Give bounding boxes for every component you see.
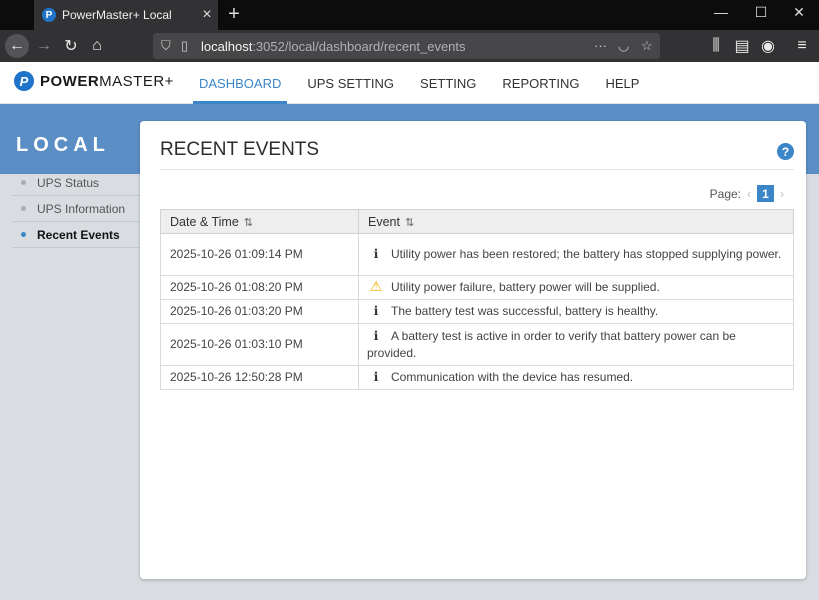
account-icon[interactable]: ◉ (756, 34, 780, 58)
event-text: The battery test was successful, battery… (391, 304, 659, 318)
event-text: Communication with the device has resume… (391, 370, 634, 384)
event-text: A battery test is active in order to ver… (367, 328, 736, 360)
event-datetime: 2025-10-26 01:08:20 PM (160, 275, 359, 300)
chevron-right-icon[interactable]: › (780, 187, 784, 201)
pager-label: Page: (709, 186, 741, 201)
nav-help[interactable]: HELP (599, 62, 645, 104)
address-bar[interactable]: ⛉ ▯ localhost:3052/local/dashboard/recen… (153, 33, 660, 59)
table-header-row: Date & Time ⇅ Event ⇅ (160, 209, 794, 234)
info-icon: i (373, 370, 379, 384)
url-path: :3052/local/dashboard/recent_events (252, 38, 466, 54)
sort-icon[interactable]: ⇅ (244, 217, 253, 229)
url-host: localhost (201, 38, 253, 54)
events-table: Date & Time ⇅ Event ⇅ 2025-10-26 01:09:14 … (160, 209, 794, 390)
event-text: Utility power failure, battery power wil… (391, 280, 660, 294)
sidebar-title: LOCAL (16, 134, 110, 156)
more-actions-icon[interactable]: ··· (594, 38, 607, 53)
event-cell: i Communication with the device has resum… (358, 365, 794, 390)
bullet-icon (21, 180, 26, 185)
event-text: Utility power has been restored; the bat… (391, 247, 782, 261)
event-datetime: 2025-10-26 01:09:14 PM (160, 233, 359, 276)
event-cell: iA battery test is active in order to ve… (358, 323, 794, 366)
event-datetime: 2025-10-26 12:50:28 PM (160, 365, 359, 390)
shield-icon[interactable]: ⛉ (161, 38, 171, 54)
page-title: RECENT EVENTS (160, 139, 320, 160)
sidebar-item-recent-events[interactable]: Recent Events (12, 222, 140, 248)
event-cell: i The battery test was successful, batter… (358, 299, 794, 324)
new-tab-icon[interactable]: + (224, 3, 244, 26)
column-header-datetime[interactable]: Date & Time ⇅ (160, 209, 359, 234)
minimize-icon[interactable]: — (706, 4, 736, 20)
table-row: 2025-10-26 01:03:20 PM i The battery test… (160, 299, 794, 324)
powermaster-favicon-icon: P (42, 8, 56, 22)
app-logo: POWERMASTER+ (40, 73, 174, 90)
powermaster-logo-icon: P (14, 71, 34, 91)
window-close-icon[interactable]: ✕ (784, 4, 814, 21)
table-row: 2025-10-26 01:03:10 PM iA battery test i… (160, 323, 794, 366)
sidebar-list: UPS Status UPS Information Recent Events (12, 170, 140, 248)
info-icon: i (373, 247, 379, 261)
app-header: P POWERMASTER+ DASHBOARD UPS SETTING SET… (0, 62, 819, 104)
column-header-event[interactable]: Event ⇅ (358, 209, 794, 234)
page-number-button[interactable]: 1 (757, 185, 774, 202)
nav-reporting[interactable]: REPORTING (496, 62, 585, 104)
chevron-left-icon[interactable]: ‹ (747, 187, 751, 201)
table-row: 2025-10-26 01:08:20 PM ⚠ Utility power fa… (160, 275, 794, 300)
sidebar-item-label: UPS Information (37, 201, 126, 216)
table-row: 2025-10-26 12:50:28 PM i Communication wi… (160, 365, 794, 390)
pocket-icon[interactable]: ◡ (618, 38, 629, 54)
nav-ups-setting[interactable]: UPS SETTING (301, 62, 400, 104)
tab-close-icon[interactable]: × (196, 6, 218, 24)
info-icon: i (373, 328, 379, 343)
divider (160, 169, 794, 170)
sidebar-item-ups-status[interactable]: UPS Status (12, 170, 140, 196)
content-card: RECENT EVENTS ? Page: ‹ 1 › Date & Time ⇅… (140, 121, 806, 579)
home-icon[interactable]: ⌂ (85, 34, 109, 58)
help-icon[interactable]: ? (777, 143, 794, 160)
warning-icon: ⚠ (369, 279, 383, 295)
bookmark-star-icon[interactable]: ☆ (641, 38, 653, 54)
sidebar-item-label: UPS Status (37, 175, 100, 190)
browser-navbar: ← → ↻ ⌂ ⛉ ▯ localhost:3052/local/dashboa… (0, 30, 819, 62)
nav-dashboard[interactable]: DASHBOARD (193, 62, 288, 104)
page-info-icon[interactable]: ▯ (181, 38, 188, 54)
browser-tab[interactable]: P PowerMaster+ Local × (34, 0, 218, 30)
sidebar-item-ups-information[interactable]: UPS Information (12, 196, 140, 222)
bullet-icon (21, 206, 26, 211)
sort-icon[interactable]: ⇅ (405, 217, 414, 229)
reload-icon[interactable]: ↻ (59, 34, 83, 58)
main-nav: DASHBOARD UPS SETTING SETTING REPORTING … (193, 62, 659, 104)
sidebar-toggle-icon[interactable]: ▤ (730, 34, 754, 58)
maximize-icon[interactable]: ☐ (746, 4, 776, 21)
event-cell: ⚠ Utility power failure, battery power wi… (358, 275, 794, 300)
tab-title: PowerMaster+ Local (62, 8, 172, 22)
event-datetime: 2025-10-26 01:03:10 PM (160, 323, 359, 366)
nav-setting[interactable]: SETTING (414, 62, 482, 104)
info-icon: i (373, 304, 379, 318)
forward-icon[interactable]: → (32, 34, 56, 58)
event-datetime: 2025-10-26 01:03:20 PM (160, 299, 359, 324)
table-row: 2025-10-26 01:09:14 PM i Utility power ha… (160, 233, 794, 276)
sidebar: LOCAL UPS Status UPS Information Recent … (0, 104, 140, 600)
pagination: Page: ‹ 1 › (710, 185, 790, 202)
back-icon[interactable]: ← (5, 34, 29, 58)
sidebar-item-label: Recent Events (37, 227, 120, 242)
event-cell: i Utility power has been restored; the ba… (358, 233, 794, 276)
bullet-icon (21, 232, 26, 237)
menu-icon[interactable]: ≡ (790, 34, 814, 58)
browser-tabbar: P PowerMaster+ Local × + — ☐ ✕ (0, 0, 819, 30)
library-icon[interactable]: ⫼ (704, 34, 728, 58)
